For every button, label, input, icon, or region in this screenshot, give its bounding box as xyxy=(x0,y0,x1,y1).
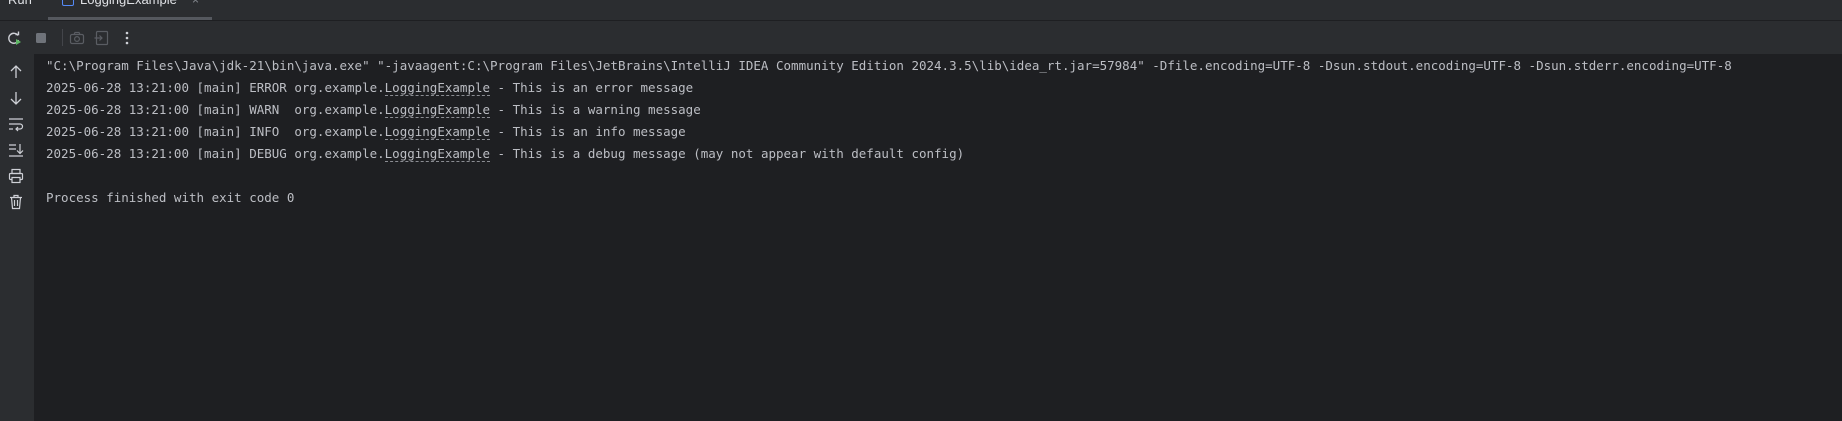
down-arrow-icon[interactable] xyxy=(7,89,25,107)
run-toolbar xyxy=(0,21,1842,54)
trash-icon[interactable] xyxy=(7,193,25,211)
more-icon[interactable] xyxy=(118,29,136,47)
run-config-icon xyxy=(62,0,74,6)
log-line: 2025-06-28 13:21:00 [main] DEBUG org.exa… xyxy=(46,143,964,165)
tab-label: LoggingExample xyxy=(80,0,177,8)
active-tab-indicator xyxy=(48,17,212,20)
scroll-to-end-icon[interactable] xyxy=(7,141,25,159)
command-line: "C:\Program Files\Java\jdk-21\bin\java.e… xyxy=(46,58,1732,73)
tab-logging-example[interactable]: LoggingExample × xyxy=(48,0,212,20)
camera-icon[interactable] xyxy=(68,29,86,47)
exit-message: Process finished with exit code 0 xyxy=(46,190,295,205)
log-line: 2025-06-28 13:21:00 [main] INFO org.exam… xyxy=(46,121,686,143)
tool-window-title: Run xyxy=(8,0,32,8)
log-message: - This is an error message xyxy=(490,80,694,95)
print-icon[interactable] xyxy=(7,167,25,185)
log-message: - This is a debug message (may not appea… xyxy=(490,146,965,161)
class-link[interactable]: LoggingExample xyxy=(384,80,491,96)
console-side-toolbar xyxy=(0,54,34,421)
log-message: - This is a warning message xyxy=(490,102,701,117)
toolbar-separator xyxy=(62,29,63,46)
up-arrow-icon[interactable] xyxy=(7,63,25,81)
log-prefix: 2025-06-28 13:21:00 [main] WARN org.exam… xyxy=(46,102,385,117)
soft-wrap-icon[interactable] xyxy=(7,115,25,133)
stop-icon[interactable] xyxy=(32,29,50,47)
run-tool-window: Run LoggingExample × xyxy=(0,0,1842,421)
log-prefix: 2025-06-28 13:21:00 [main] DEBUG org.exa… xyxy=(46,146,385,161)
run-tab-bar: Run LoggingExample × xyxy=(0,0,1842,21)
log-line: 2025-06-28 13:21:00 [main] WARN org.exam… xyxy=(46,99,701,121)
console-output[interactable]: "C:\Program Files\Java\jdk-21\bin\java.e… xyxy=(34,54,1842,421)
class-link[interactable]: LoggingExample xyxy=(384,124,491,140)
log-line: 2025-06-28 13:21:00 [main] ERROR org.exa… xyxy=(46,77,693,99)
exit-icon[interactable] xyxy=(93,29,111,47)
rerun-icon[interactable] xyxy=(5,29,23,47)
log-prefix: 2025-06-28 13:21:00 [main] ERROR org.exa… xyxy=(46,80,385,95)
class-link[interactable]: LoggingExample xyxy=(384,102,491,118)
log-message: - This is an info message xyxy=(490,124,686,139)
close-icon[interactable]: × xyxy=(192,0,199,8)
log-prefix: 2025-06-28 13:21:00 [main] INFO org.exam… xyxy=(46,124,385,139)
class-link[interactable]: LoggingExample xyxy=(384,146,491,162)
